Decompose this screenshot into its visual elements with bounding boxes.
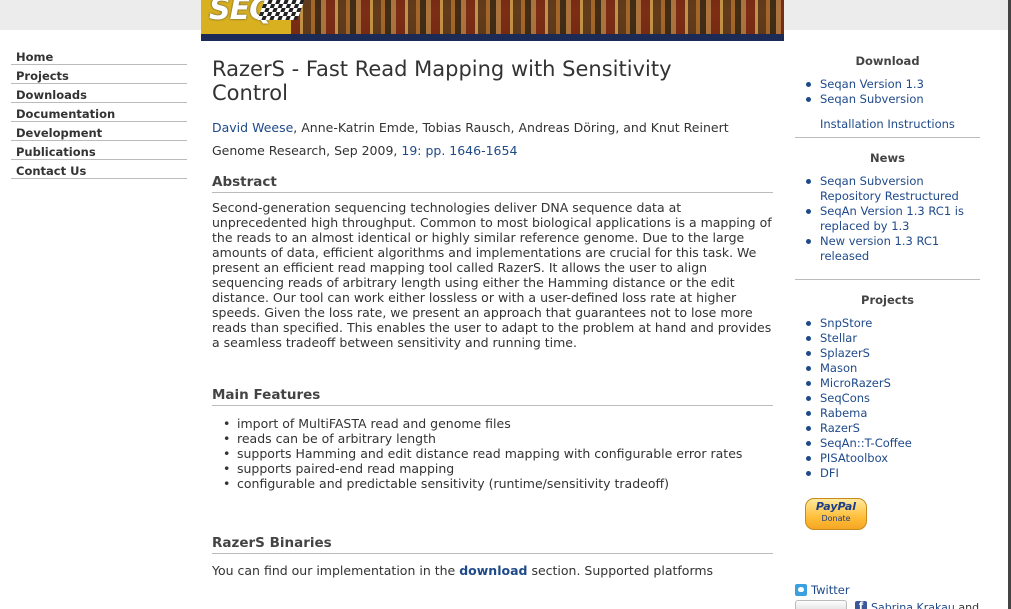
project-link[interactable]: SnpStore (820, 316, 872, 330)
project-link[interactable]: DFI (820, 466, 839, 480)
download-link[interactable]: Seqan Version 1.3 (820, 77, 924, 91)
site-banner[interactable]: SEQ (201, 0, 784, 41)
project-item[interactable]: RazerS (805, 421, 980, 436)
twitter-link[interactable]: Twitter (795, 583, 850, 597)
download-link[interactable]: Seqan Subversion (820, 92, 924, 106)
banner-bottom-bar (201, 34, 784, 41)
first-author-link[interactable]: David Weese (212, 120, 293, 135)
nav-item-home[interactable]: Home (11, 46, 187, 65)
twitter-icon (795, 584, 807, 596)
nav-link-downloads[interactable]: Downloads (16, 88, 87, 102)
nav-link-development[interactable]: Development (16, 126, 102, 140)
facebook-friend-name[interactable]: Sabrina Krakau (871, 601, 955, 609)
news-box: News Seqan Subversion Repository Restruc… (795, 138, 980, 280)
nav-link-documentation[interactable]: Documentation (16, 107, 115, 121)
news-list: Seqan Subversion Repository Restructured… (805, 174, 980, 264)
binaries-text: You can find our implementation in the d… (212, 563, 773, 578)
features-heading: Main Features (212, 387, 773, 406)
nav-item-publications[interactable]: Publications (11, 141, 187, 160)
page-title: RazerS - Fast Read Mapping with Sensitiv… (212, 57, 672, 105)
journal-text: Genome Research, Sep 2009, (212, 143, 402, 158)
project-link[interactable]: MicroRazerS (820, 376, 891, 390)
journal-pages-link[interactable]: 19: pp. 1646-1654 (401, 143, 517, 158)
main-content: RazerS - Fast Read Mapping with Sensitiv… (201, 41, 784, 609)
projects-title: Projects (861, 293, 914, 307)
twitter-label[interactable]: Twitter (811, 583, 850, 597)
nav-item-development[interactable]: Development (11, 122, 187, 141)
project-link[interactable]: Stellar (820, 331, 857, 345)
nav-link-projects[interactable]: Projects (16, 69, 69, 83)
project-item[interactable]: MicroRazerS (805, 376, 980, 391)
project-item[interactable]: SeqAn::T-Coffee (805, 436, 980, 451)
news-item[interactable]: Seqan Subversion Repository Restructured (805, 174, 980, 204)
nav-item-contact[interactable]: Contact Us (11, 160, 187, 179)
binaries-text-before: You can find our implementation in the (212, 563, 460, 578)
project-item[interactable]: Mason (805, 361, 980, 376)
donate-label: Donate (821, 514, 851, 523)
nav-item-downloads[interactable]: Downloads (11, 84, 187, 103)
facebook-rest-text: and (954, 600, 980, 609)
facebook-friends-label: Sabrina Krakau and (871, 601, 979, 609)
project-link[interactable]: Mason (820, 361, 857, 375)
project-item[interactable]: DFI (805, 466, 980, 481)
installation-instructions-link[interactable]: Installation Instructions (820, 117, 980, 131)
download-box: Download Seqan Version 1.3 Seqan Subvers… (795, 30, 980, 138)
nav-link-home[interactable]: Home (16, 50, 53, 64)
project-item[interactable]: SplazerS (805, 346, 980, 361)
banner-books-image (291, 0, 784, 34)
nav-link-contact[interactable]: Contact Us (16, 164, 86, 178)
left-navigation: Home Projects Downloads Documentation De… (0, 30, 201, 609)
project-link[interactable]: Rabema (820, 406, 867, 420)
download-title: Download (855, 54, 920, 68)
abstract-text: Second-generation sequencing technologie… (212, 200, 772, 350)
feature-item: import of MultiFASTA read and genome fil… (223, 416, 773, 431)
download-section-link[interactable]: download (459, 563, 527, 578)
projects-list: SnpStore Stellar SplazerS Mason MicroRaz… (805, 316, 980, 481)
news-item[interactable]: New version 1.3 RC1 released (805, 234, 980, 264)
feature-item: reads can be of arbitrary length (223, 431, 773, 446)
project-link[interactable]: SplazerS (820, 346, 870, 360)
nav-item-documentation[interactable]: Documentation (11, 103, 187, 122)
abstract-heading: Abstract (212, 174, 773, 193)
features-list: import of MultiFASTA read and genome fil… (223, 416, 773, 491)
journal-citation: Genome Research, Sep 2009, 19: pp. 1646-… (212, 142, 773, 160)
news-link[interactable]: New version 1.3 RC1 released (820, 234, 939, 263)
right-sidebar: Download Seqan Version 1.3 Seqan Subvers… (784, 30, 1011, 609)
follow-button[interactable] (795, 600, 847, 609)
nav-item-projects[interactable]: Projects (11, 65, 187, 84)
social-row: f Sabrina Krakau and (795, 600, 979, 609)
feature-item: supports Hamming and edit distance read … (223, 446, 773, 461)
project-item[interactable]: SeqCons (805, 391, 980, 406)
projects-box: Projects SnpStore Stellar SplazerS Mason… (795, 280, 980, 530)
download-item[interactable]: Seqan Version 1.3 (805, 77, 980, 92)
download-list: Seqan Version 1.3 Seqan Subversion (805, 77, 980, 107)
project-item[interactable]: Stellar (805, 331, 980, 346)
download-item[interactable]: Seqan Subversion (805, 92, 980, 107)
paypal-label: PayPal (815, 500, 857, 513)
project-link[interactable]: SeqCons (820, 391, 870, 405)
binaries-heading: RazerS Binaries (212, 535, 773, 554)
feature-item: configurable and predictable sensitivity… (223, 476, 773, 491)
news-item[interactable]: SeqAn Version 1.3 RC1 is replaced by 1.3 (805, 204, 980, 234)
project-link[interactable]: RazerS (820, 421, 860, 435)
paypal-donate-button[interactable]: PayPal Donate (805, 498, 867, 530)
project-link[interactable]: SeqAn::T-Coffee (820, 436, 912, 450)
feature-item: supports paired-end read mapping (223, 461, 773, 476)
nav-list: Home Projects Downloads Documentation De… (11, 46, 187, 179)
other-authors: , Anne-Katrin Emde, Tobias Rausch, Andre… (293, 120, 729, 135)
project-item[interactable]: SnpStore (805, 316, 980, 331)
project-link[interactable]: PISAtoolbox (820, 451, 888, 465)
project-item[interactable]: Rabema (805, 406, 980, 421)
nav-link-publications[interactable]: Publications (16, 145, 96, 159)
binaries-text-after: section. Supported platforms (527, 563, 714, 578)
checkered-flag-graphic (257, 0, 305, 20)
news-title: News (870, 151, 905, 165)
authors-line: David Weese, Anne-Katrin Emde, Tobias Ra… (212, 119, 773, 137)
project-item[interactable]: PISAtoolbox (805, 451, 980, 466)
facebook-icon: f (855, 601, 867, 609)
news-link[interactable]: Seqan Subversion Repository Restructured (820, 174, 959, 203)
news-link[interactable]: SeqAn Version 1.3 RC1 is replaced by 1.3 (820, 204, 964, 233)
